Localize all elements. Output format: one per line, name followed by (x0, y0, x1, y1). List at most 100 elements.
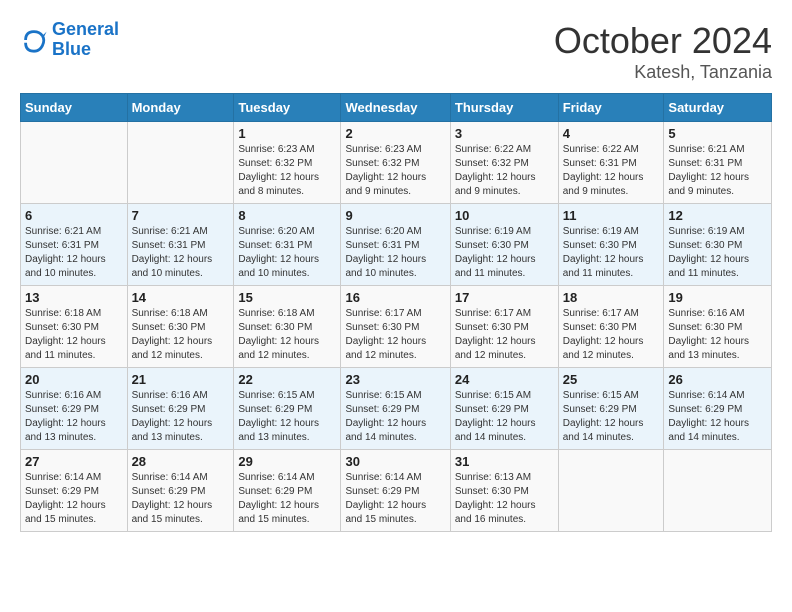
day-info: Sunrise: 6:14 AM Sunset: 6:29 PM Dayligh… (238, 471, 336, 527)
day-info: Sunrise: 6:17 AM Sunset: 6:30 PM Dayligh… (563, 307, 660, 363)
day-info: Sunrise: 6:19 AM Sunset: 6:30 PM Dayligh… (563, 225, 660, 281)
calendar-cell: 31 Sunrise: 6:13 AM Sunset: 6:30 PM Dayli… (450, 450, 558, 532)
day-number: 2 (345, 126, 445, 141)
calendar-cell: 23Sunrise: 6:15 AM Sunset: 6:29 PM Dayli… (341, 368, 450, 450)
day-info: Sunrise: 6:16 AM Sunset: 6:29 PM Dayligh… (25, 389, 123, 445)
day-info: Sunrise: 6:22 AM Sunset: 6:32 PM Dayligh… (455, 143, 554, 199)
day-of-week-header: Thursday (450, 94, 558, 122)
day-number: 8 (238, 208, 336, 223)
day-info: Sunrise: 6:19 AM Sunset: 6:30 PM Dayligh… (455, 225, 554, 281)
day-number: 11 (563, 208, 660, 223)
day-number: 17 (455, 290, 554, 305)
page-header: General Blue October 2024 Katesh, Tanzan… (20, 20, 772, 83)
day-number: 30 (345, 454, 445, 469)
calendar-cell: 10 Sunrise: 6:19 AM Sunset: 6:30 PM Dayli… (450, 204, 558, 286)
day-number: 27 (25, 454, 123, 469)
day-number: 29 (238, 454, 336, 469)
calendar-cell: 21 Sunrise: 6:16 AM Sunset: 6:29 PM Dayli… (127, 368, 234, 450)
logo: General Blue (20, 20, 119, 60)
month-year: October 2024 (554, 20, 772, 62)
day-info: Sunrise: 6:15 AM Sunset: 6:29 PM Dayligh… (455, 389, 554, 445)
day-number: 18 (563, 290, 660, 305)
calendar-week-row: 27 Sunrise: 6:14 AM Sunset: 6:29 PM Dayli… (21, 450, 772, 532)
calendar-cell: 9 Sunrise: 6:20 AM Sunset: 6:31 PM Daylig… (341, 204, 450, 286)
day-number: 10 (455, 208, 554, 223)
day-info: Sunrise: 6:13 AM Sunset: 6:30 PM Dayligh… (455, 471, 554, 527)
calendar-table: SundayMondayTuesdayWednesdayThursdayFrid… (20, 93, 772, 532)
day-number: 25 (563, 372, 660, 387)
calendar-cell: 25 Sunrise: 6:15 AM Sunset: 6:29 PM Dayli… (558, 368, 664, 450)
day-number: 6 (25, 208, 123, 223)
day-number: 31 (455, 454, 554, 469)
day-number: 20 (25, 372, 123, 387)
day-info: Sunrise: 6:17 AM Sunset: 6:30 PM Dayligh… (455, 307, 554, 363)
day-info: Sunrise: 6:18 AM Sunset: 6:30 PM Dayligh… (132, 307, 230, 363)
calendar-cell: 20 Sunrise: 6:16 AM Sunset: 6:29 PM Dayli… (21, 368, 128, 450)
day-number: 13 (25, 290, 123, 305)
calendar-cell: 12 Sunrise: 6:19 AM Sunset: 6:30 PM Dayli… (664, 204, 772, 286)
day-info: Sunrise: 6:14 AM Sunset: 6:29 PM Dayligh… (132, 471, 230, 527)
calendar-cell: 7Sunrise: 6:21 AM Sunset: 6:31 PM Daylig… (127, 204, 234, 286)
day-number: 23 (345, 372, 445, 387)
calendar-week-row: 20 Sunrise: 6:16 AM Sunset: 6:29 PM Dayli… (21, 368, 772, 450)
calendar-week-row: 6 Sunrise: 6:21 AM Sunset: 6:31 PM Daylig… (21, 204, 772, 286)
calendar-cell: 8 Sunrise: 6:20 AM Sunset: 6:31 PM Daylig… (234, 204, 341, 286)
day-of-week-header: Friday (558, 94, 664, 122)
day-info: Sunrise: 6:17 AM Sunset: 6:30 PM Dayligh… (345, 307, 445, 363)
day-info: Sunrise: 6:19 AM Sunset: 6:30 PM Dayligh… (668, 225, 767, 281)
calendar-cell: 15Sunrise: 6:18 AM Sunset: 6:30 PM Dayli… (234, 286, 341, 368)
day-number: 1 (238, 126, 336, 141)
day-info: Sunrise: 6:15 AM Sunset: 6:29 PM Dayligh… (563, 389, 660, 445)
day-info: Sunrise: 6:18 AM Sunset: 6:30 PM Dayligh… (238, 307, 336, 363)
calendar-cell: 6 Sunrise: 6:21 AM Sunset: 6:31 PM Daylig… (21, 204, 128, 286)
calendar-cell: 16 Sunrise: 6:17 AM Sunset: 6:30 PM Dayli… (341, 286, 450, 368)
day-info: Sunrise: 6:18 AM Sunset: 6:30 PM Dayligh… (25, 307, 123, 363)
logo-icon (20, 26, 48, 54)
day-info: Sunrise: 6:20 AM Sunset: 6:31 PM Dayligh… (238, 225, 336, 281)
calendar-header-row: SundayMondayTuesdayWednesdayThursdayFrid… (21, 94, 772, 122)
calendar-cell (21, 122, 128, 204)
day-info: Sunrise: 6:16 AM Sunset: 6:29 PM Dayligh… (132, 389, 230, 445)
day-info: Sunrise: 6:20 AM Sunset: 6:31 PM Dayligh… (345, 225, 445, 281)
calendar-week-row: 13 Sunrise: 6:18 AM Sunset: 6:30 PM Dayli… (21, 286, 772, 368)
calendar-cell: 1 Sunrise: 6:23 AM Sunset: 6:32 PM Daylig… (234, 122, 341, 204)
calendar-cell: 19 Sunrise: 6:16 AM Sunset: 6:30 PM Dayli… (664, 286, 772, 368)
month-title: October 2024 Katesh, Tanzania (554, 20, 772, 83)
day-number: 26 (668, 372, 767, 387)
day-info: Sunrise: 6:14 AM Sunset: 6:29 PM Dayligh… (25, 471, 123, 527)
location: Katesh, Tanzania (554, 62, 772, 83)
day-number: 4 (563, 126, 660, 141)
calendar-cell: 27 Sunrise: 6:14 AM Sunset: 6:29 PM Dayli… (21, 450, 128, 532)
day-info: Sunrise: 6:23 AM Sunset: 6:32 PM Dayligh… (238, 143, 336, 199)
day-number: 3 (455, 126, 554, 141)
calendar-cell (127, 122, 234, 204)
day-info: Sunrise: 6:21 AM Sunset: 6:31 PM Dayligh… (25, 225, 123, 281)
day-number: 24 (455, 372, 554, 387)
calendar-week-row: 1 Sunrise: 6:23 AM Sunset: 6:32 PM Daylig… (21, 122, 772, 204)
day-number: 21 (132, 372, 230, 387)
day-number: 19 (668, 290, 767, 305)
day-of-week-header: Monday (127, 94, 234, 122)
day-of-week-header: Wednesday (341, 94, 450, 122)
calendar-cell: 11 Sunrise: 6:19 AM Sunset: 6:30 PM Dayli… (558, 204, 664, 286)
day-info: Sunrise: 6:21 AM Sunset: 6:31 PM Dayligh… (132, 225, 230, 281)
day-number: 14 (132, 290, 230, 305)
calendar-cell: 22Sunrise: 6:15 AM Sunset: 6:29 PM Dayli… (234, 368, 341, 450)
calendar-cell: 24 Sunrise: 6:15 AM Sunset: 6:29 PM Dayli… (450, 368, 558, 450)
calendar-cell: 30Sunrise: 6:14 AM Sunset: 6:29 PM Dayli… (341, 450, 450, 532)
day-of-week-header: Tuesday (234, 94, 341, 122)
calendar-cell (664, 450, 772, 532)
day-info: Sunrise: 6:21 AM Sunset: 6:31 PM Dayligh… (668, 143, 767, 199)
day-info: Sunrise: 6:22 AM Sunset: 6:31 PM Dayligh… (563, 143, 660, 199)
day-number: 16 (345, 290, 445, 305)
calendar-cell: 13 Sunrise: 6:18 AM Sunset: 6:30 PM Dayli… (21, 286, 128, 368)
logo-text: General Blue (52, 20, 119, 60)
day-number: 28 (132, 454, 230, 469)
calendar-cell: 29 Sunrise: 6:14 AM Sunset: 6:29 PM Dayli… (234, 450, 341, 532)
calendar-cell: 18 Sunrise: 6:17 AM Sunset: 6:30 PM Dayli… (558, 286, 664, 368)
day-number: 9 (345, 208, 445, 223)
calendar-cell: 17 Sunrise: 6:17 AM Sunset: 6:30 PM Dayli… (450, 286, 558, 368)
day-number: 12 (668, 208, 767, 223)
day-info: Sunrise: 6:15 AM Sunset: 6:29 PM Dayligh… (238, 389, 336, 445)
day-info: Sunrise: 6:16 AM Sunset: 6:30 PM Dayligh… (668, 307, 767, 363)
